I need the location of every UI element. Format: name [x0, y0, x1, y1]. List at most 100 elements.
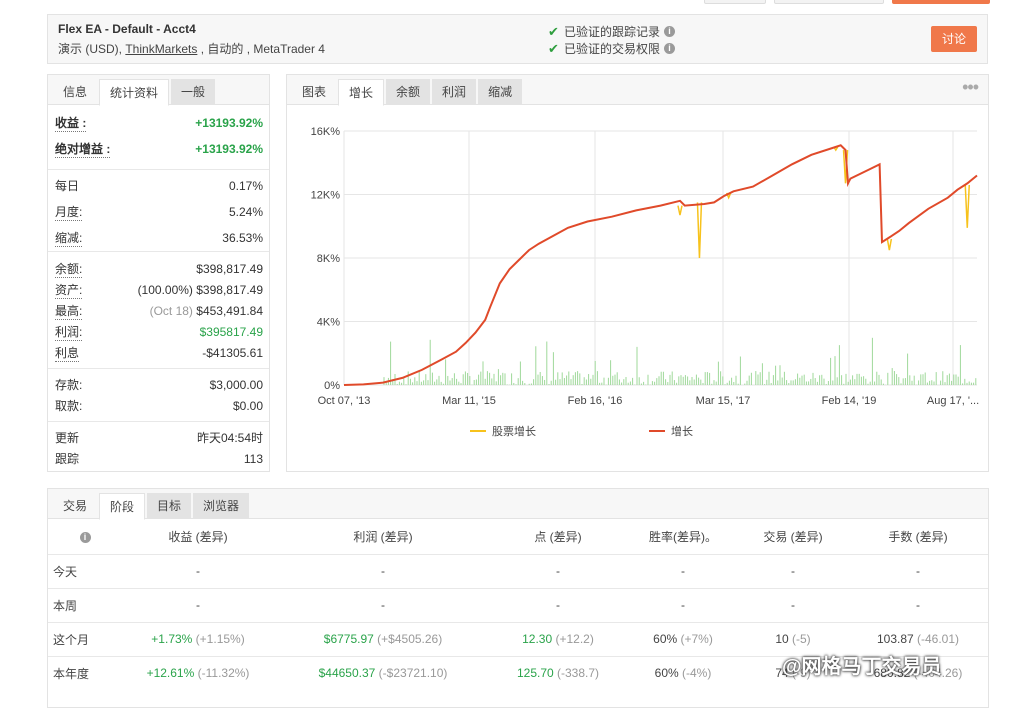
stats-row: 最高: (Oct 18) $453,491.84 [55, 303, 263, 320]
stats-value: 0.17% [228, 179, 263, 193]
stats-label: 收益 : [55, 116, 87, 132]
table-cell: - [848, 587, 988, 622]
legend-label: 股票增长 [492, 424, 536, 438]
table-cell: 60% (+7%) [628, 621, 738, 656]
check-icon: ✔ [548, 40, 559, 56]
x-tick-label: Mar 15, '17 [696, 395, 751, 407]
column-header: 利润 (差异) [353, 529, 413, 544]
cell-diff: (-46.01) [913, 632, 960, 646]
top-button-2[interactable] [774, 0, 884, 4]
stats-row: 绝对增益 : +13193.92% [55, 141, 263, 158]
more-dots-icon[interactable]: ••• [962, 77, 979, 98]
cell-value: - [681, 564, 685, 578]
cell-value: - [381, 598, 385, 612]
cell-diff: (-4%) [678, 666, 712, 681]
broker-link[interactable]: ThinkMarkets [125, 42, 197, 56]
stats-value: 5.24% [228, 205, 263, 219]
y-tick-label: 12K% [311, 190, 341, 202]
table-cell: - [628, 553, 738, 588]
table-cell: 125.70 (-338.7) [488, 655, 628, 690]
x-tick-label: Mar 11, '15 [442, 395, 496, 407]
table-cell: $44650.37 (-$23721.10) [278, 655, 488, 690]
growth-line [343, 144, 978, 386]
stats-divider [48, 169, 269, 170]
stats-row: 存款: $3,000.00 [55, 377, 263, 393]
equity-dip [696, 202, 703, 259]
y-tick-label: 16K% [311, 126, 341, 138]
stats-label: 资产: [55, 283, 83, 299]
stats-divider [48, 251, 269, 252]
stats-value: (100.00%) $398,817.49 [137, 283, 263, 297]
row-label: 本周 [48, 587, 118, 622]
row-label: 今天 [48, 553, 118, 588]
cell-value: 12.30 [522, 632, 553, 646]
stats-label: 月度: [55, 205, 83, 221]
column-header: i [48, 519, 118, 554]
stats-label: 存款: [55, 378, 83, 392]
cell-value: - [916, 598, 920, 612]
info-icon[interactable]: i [79, 532, 91, 544]
cell-value: - [196, 564, 200, 578]
row-label: 这个月 [48, 621, 118, 656]
stats-label: 更新 [55, 431, 80, 445]
periods-tab-3[interactable]: 目标 [147, 493, 192, 519]
stats-row: 利息 -$41305.61 [55, 345, 263, 362]
stats-tab-3[interactable]: 一般 [171, 79, 216, 105]
stats-row: 余额: $398,817.49 [55, 261, 263, 278]
chart-tab-3[interactable]: 余额 [386, 79, 431, 105]
table-cell: - [738, 553, 848, 588]
periods-tab-2[interactable]: 阶段 [99, 493, 146, 520]
top-button-1[interactable] [704, 0, 766, 4]
chart-tab-5[interactable]: 缩减 [478, 79, 523, 105]
stats-row: 利润: $395817.49 [55, 324, 263, 341]
top-button-3[interactable] [892, 0, 990, 4]
cell-value: 60% [653, 632, 678, 646]
chart-tab-4[interactable]: 利润 [432, 79, 477, 105]
stats-divider [48, 368, 269, 369]
stats-row: 缩减: 36.53% [55, 230, 263, 247]
stats-row: 资产: (100.00%) $398,817.49 [55, 282, 263, 299]
stats-row: 更新 昨天04:54时 [55, 430, 263, 446]
table-row: 本周 - - - - - - [48, 587, 988, 622]
stats-row: 每日 0.17% [55, 178, 263, 194]
stats-value: 36.53% [222, 231, 263, 245]
table-cell: - [628, 587, 738, 622]
table-cell: 60% (-4%) [628, 655, 738, 690]
periods-tab-4[interactable]: 浏览器 [193, 493, 250, 519]
stats-label: 取款: [55, 399, 83, 413]
stats-tab-1[interactable]: 信息 [53, 79, 97, 105]
table-cell: +12.61% (-11.32%) [118, 655, 278, 690]
stats-value-note: (Oct 18) [149, 304, 197, 318]
y-tick-label: 0% [324, 380, 340, 392]
y-tick-label: 4K% [317, 317, 340, 329]
chart-tab-2[interactable]: 增长 [338, 79, 385, 106]
stats-value: $398,817.49 [196, 262, 263, 276]
column-header: 点 (差异) [534, 529, 582, 544]
stats-value: $0.00 [232, 399, 263, 413]
periods-tab-1[interactable]: 交易 [53, 493, 97, 519]
cell-value: +12.61% [146, 666, 195, 681]
cell-diff: (-11.32%) [194, 666, 250, 681]
account-header: Flex EA - Default - Acct4 演示 (USD), Thin… [47, 14, 988, 64]
stats-label: 利润: [55, 325, 83, 341]
stats-label: 缩减: [55, 231, 83, 247]
cell-value: 60% [654, 666, 679, 681]
verified-trading-label: 已验证的交易权限 [564, 42, 661, 56]
table-cell: $6775.97 (+$4505.26) [278, 621, 488, 656]
stats-value: $395817.49 [199, 325, 263, 339]
stats-tab-2[interactable]: 统计资料 [99, 79, 170, 106]
growth-chart: 16K% 12K% 8K% 4K% 0% Oct 07, '13 Mar 11, '15 Fe… [311, 126, 979, 438]
cell-diff: (+1.15%) [192, 632, 245, 646]
cell-value: $44650.37 [318, 666, 376, 681]
period-tabs: 交易 阶段 目标 浏览器 [48, 489, 988, 520]
info-icon[interactable]: i [664, 43, 676, 54]
cell-value: - [196, 598, 200, 612]
cell-diff: (+$4505.26) [373, 632, 443, 646]
discuss-button[interactable]: 讨论 [931, 26, 977, 52]
stats-tabs: 信息 统计资料 一般 [48, 75, 269, 106]
verified-track-record: ✔ 已验证的跟踪记录 i [548, 23, 676, 40]
cell-value: - [381, 564, 385, 578]
chart-tab-1[interactable]: 图表 [292, 79, 336, 105]
info-icon[interactable]: i [664, 26, 676, 37]
cell-value: - [556, 598, 560, 612]
